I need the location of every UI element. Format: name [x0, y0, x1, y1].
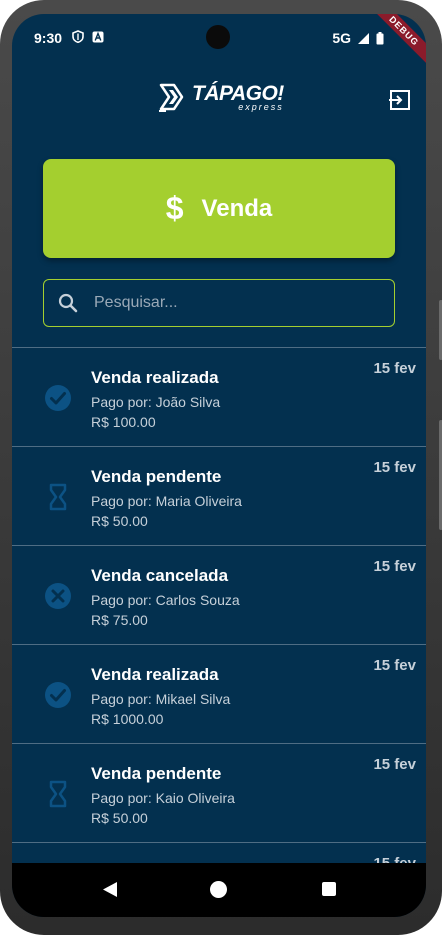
sale-amount: R$ 50.00 — [91, 810, 148, 826]
back-icon[interactable] — [102, 881, 118, 898]
system-nav-bar — [12, 863, 426, 917]
front-camera — [206, 25, 230, 49]
sale-item[interactable]: Venda cancelada Pago por: Carlos Souza R… — [12, 545, 426, 644]
sale-title: Venda pendente — [91, 467, 222, 486]
status-right-icons: 5G — [332, 30, 384, 46]
sale-payer: Pago por: Kaio Oliveira — [91, 790, 235, 806]
search-box[interactable] — [43, 279, 395, 327]
logo-chevrons-icon — [159, 83, 184, 112]
app-logo: TÁPAGO! express — [158, 82, 284, 112]
sale-payer: Pago por: Mikael Silva — [91, 691, 231, 707]
notification-a-icon — [92, 31, 104, 42]
signal-icon — [358, 32, 369, 44]
new-sale-label: Venda — [201, 194, 273, 222]
sale-payer: Pago por: João Silva — [91, 394, 221, 410]
dollar-icon: $ — [165, 190, 184, 226]
phone-frame: 9:30 5G DEBUG TÁPAGO! express $ Venda Pe… — [0, 0, 442, 935]
screen: 9:30 5G DEBUG TÁPAGO! express $ Venda Pe… — [12, 14, 426, 917]
home-icon[interactable] — [210, 881, 227, 898]
sale-date: 15 fev — [373, 657, 416, 674]
check-circle-icon — [45, 385, 71, 411]
sale-date: 15 fev — [373, 855, 416, 863]
sale-title: Venda cancelada — [91, 566, 229, 585]
logo-subtitle: express — [238, 101, 284, 112]
sale-title: Venda realizada — [91, 368, 219, 387]
sale-payer: Pago por: Carlos Souza — [91, 592, 240, 608]
sale-item[interactable]: Venda pendente Pago por: Kaio Oliveira R… — [12, 743, 426, 842]
sale-date: 15 fev — [373, 459, 416, 476]
status-left-icons — [72, 30, 104, 43]
sale-amount: R$ 100.00 — [91, 414, 156, 430]
hourglass-icon — [49, 780, 67, 808]
search-input[interactable] — [92, 293, 394, 313]
new-sale-button[interactable]: $ Venda — [43, 159, 395, 258]
search-icon — [58, 293, 78, 313]
sale-item[interactable]: Venda realizada Pago por: Mikael Silva R… — [12, 644, 426, 743]
sale-date: 15 fev — [373, 756, 416, 773]
shield-icon — [72, 30, 84, 43]
sale-item[interactable]: 15 fev — [12, 842, 426, 863]
check-circle-icon — [45, 682, 71, 708]
sale-item[interactable]: Venda realizada Pago por: João Silva R$ … — [12, 347, 426, 446]
recent-apps-icon[interactable] — [322, 882, 336, 896]
sale-title: Venda realizada — [91, 665, 219, 684]
battery-icon — [376, 31, 384, 44]
cancel-circle-icon — [45, 583, 71, 609]
status-time: 9:30 — [34, 30, 63, 46]
sale-amount: R$ 75.00 — [91, 612, 148, 628]
sale-amount: R$ 50.00 — [91, 513, 148, 529]
sale-date: 15 fev — [373, 558, 416, 575]
sale-item[interactable]: Venda pendente Pago por: Maria Oliveira … — [12, 446, 426, 545]
network-label: 5G — [332, 30, 351, 46]
sales-list: Venda realizada Pago por: João Silva R$ … — [12, 347, 426, 863]
hourglass-icon — [49, 483, 67, 511]
logo-title: TÁPAGO! — [192, 81, 284, 105]
sale-title: Venda pendente — [91, 764, 222, 783]
app-header: TÁPAGO! express — [12, 74, 426, 124]
logout-icon[interactable] — [388, 88, 412, 112]
sale-date: 15 fev — [373, 360, 416, 377]
sale-amount: R$ 1000.00 — [91, 711, 164, 727]
sale-payer: Pago por: Maria Oliveira — [91, 493, 242, 509]
status-bar: 9:30 5G DEBUG — [12, 14, 426, 72]
